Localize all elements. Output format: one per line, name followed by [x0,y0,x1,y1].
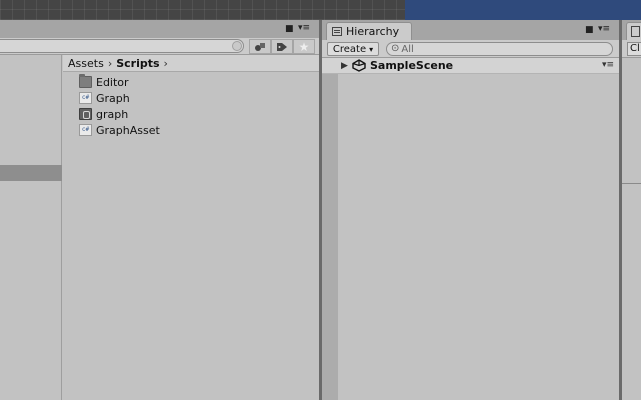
breadcrumb: Assets › Scripts › [63,55,319,72]
project-folder-tree[interactable] [0,55,62,400]
create-label: Create [332,43,367,55]
inspector-body [622,58,641,184]
breadcrumb-separator: › [163,56,168,70]
filter-by-type-button[interactable] [249,39,271,54]
project-asset-area: Assets › Scripts › Editor c# Graph graph… [63,55,319,400]
search-clear-icon[interactable] [232,41,242,51]
hierarchy-tab-bar: Hierarchy ■ ▾≡ [322,20,619,40]
asset-list: Editor c# Graph graph c# GraphAsset [79,74,160,138]
csharp-script-icon: c# [79,92,92,104]
tab-hierarchy[interactable]: Hierarchy [326,22,412,40]
panel-menu-icon[interactable]: ▾≡ [598,25,610,34]
unity-scene-icon [352,59,366,75]
hierarchy-panel: Hierarchy ■ ▾≡ Create ▾ ⊙ ▶ SampleScene … [322,20,619,400]
search-icon: ⊙ [391,43,400,54]
lock-icon[interactable]: ■ [585,26,594,35]
breadcrumb-assets[interactable]: Assets [68,57,104,70]
project-panel: ■ ▾≡ ★ Assets › Scripts › Editor c# Grap… [0,20,319,400]
asset-label: graph [96,107,129,121]
filter-type-icon [255,42,265,51]
asset-label: Graph [96,91,130,105]
csharp-script-icon: c# [79,124,92,136]
list-item[interactable]: graph [79,106,160,122]
tab-label: Hierarchy [346,25,400,38]
scene-row[interactable]: ▶ SampleScene ▾≡ [322,58,619,74]
inspector-toolbar: Cl [622,40,641,58]
selected-tree-row[interactable] [0,165,62,181]
hierarchy-toolbar: Create ▾ ⊙ [322,40,619,58]
project-toolbar: ★ [0,38,319,55]
game-view-strip [405,0,641,20]
breadcrumb-separator: › [107,56,113,70]
hierarchy-gutter [322,58,338,400]
panel-menu-icon[interactable]: ▾≡ [298,24,310,33]
filter-by-label-button[interactable] [271,39,293,54]
lock-icon[interactable]: ■ [285,25,294,34]
inspector-panel: Cl [622,20,641,400]
hierarchy-search-input[interactable] [401,43,592,55]
create-button[interactable]: Create ▾ [327,42,379,56]
folder-icon [79,74,92,88]
breadcrumb-scripts[interactable]: Scripts [116,57,159,70]
list-item[interactable]: c# Graph [79,90,160,106]
scene-view-strip [0,0,405,20]
hierarchy-icon [332,27,342,36]
chevron-down-icon: ▾ [369,44,374,54]
list-item[interactable]: c# GraphAsset [79,122,160,138]
expand-arrow-icon[interactable]: ▶ [341,61,348,71]
tab-inspector[interactable] [626,22,641,40]
hierarchy-search[interactable]: ⊙ [386,42,613,56]
inspector-clipped-text[interactable]: Cl [627,42,641,56]
asset-label: Editor [96,75,129,89]
inspector-icon [631,26,640,37]
project-tab-bar: ■ ▾≡ [0,20,319,38]
inspector-tab-bar [622,20,641,40]
favorites-button[interactable]: ★ [293,39,315,54]
scene-name: SampleScene [370,59,454,72]
scene-menu-icon[interactable]: ▾≡ [602,61,614,70]
list-item[interactable]: Editor [79,74,160,90]
star-icon: ★ [298,39,310,54]
project-search-input[interactable] [0,39,244,53]
asset-file-icon [79,108,92,120]
asset-label: GraphAsset [96,123,160,137]
tag-icon [277,42,287,51]
